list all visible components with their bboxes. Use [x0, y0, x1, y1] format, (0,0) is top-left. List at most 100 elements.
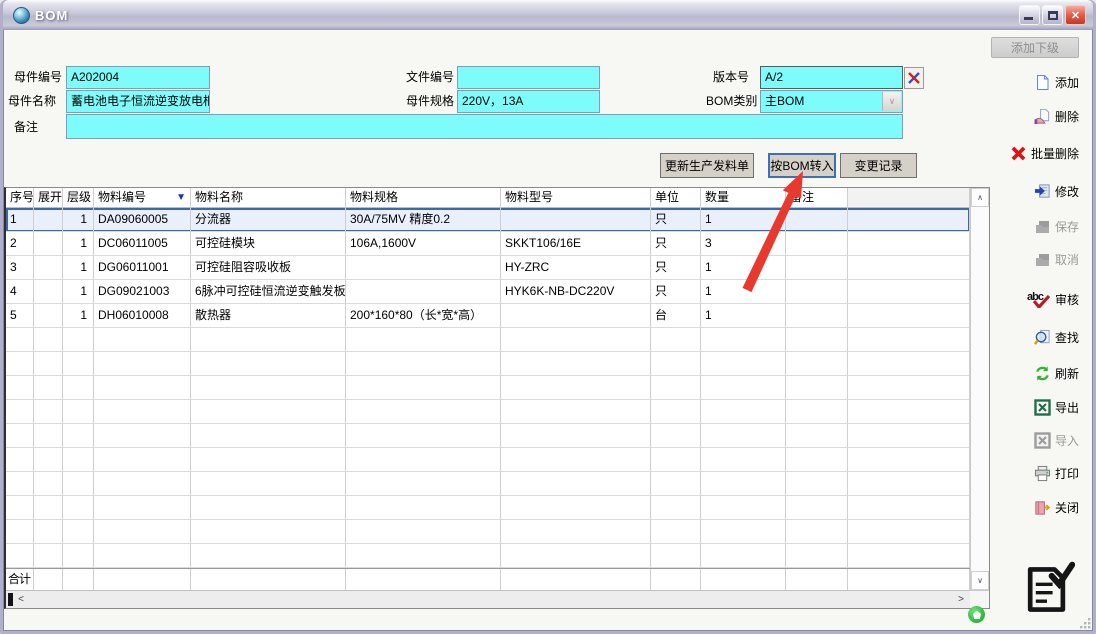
cell-level[interactable]: 1: [63, 256, 94, 280]
cell-empty[interactable]: [848, 472, 970, 496]
cell-extra[interactable]: [848, 304, 970, 328]
cell-empty[interactable]: [848, 352, 970, 376]
horizontal-scrollbar[interactable]: < >: [6, 590, 970, 608]
cell-empty[interactable]: [191, 496, 346, 520]
cell-empty[interactable]: [94, 520, 191, 544]
cell-empty[interactable]: [34, 496, 63, 520]
cell-empty[interactable]: [191, 400, 346, 424]
col-header-model[interactable]: 物料型号: [501, 188, 651, 208]
cell-empty[interactable]: [63, 400, 94, 424]
cell-model[interactable]: [501, 304, 651, 328]
search-button[interactable]: 查找: [1034, 325, 1079, 349]
table-row[interactable]: 2 1 DC06011005 可控硅模块 106A,1600V SKKT106/…: [6, 232, 970, 256]
cell-seq[interactable]: 2: [6, 232, 34, 256]
cell-empty[interactable]: [501, 376, 651, 400]
title-bar[interactable]: BOM ✕: [3, 0, 1093, 30]
cell-empty[interactable]: [786, 328, 848, 352]
cell-empty[interactable]: [848, 400, 970, 424]
cell-empty[interactable]: [786, 400, 848, 424]
add-button[interactable]: 添加: [1034, 70, 1079, 94]
cell-qty[interactable]: 3: [701, 232, 786, 256]
cell-empty[interactable]: [701, 448, 786, 472]
cell-extra[interactable]: [848, 256, 970, 280]
cell-unit[interactable]: 只: [651, 208, 701, 232]
cell-empty[interactable]: [63, 520, 94, 544]
hscroll-thumb[interactable]: [8, 593, 13, 606]
cell-code[interactable]: DA09060005: [94, 208, 191, 232]
import-button[interactable]: 导入: [1034, 428, 1079, 452]
col-header-qty[interactable]: 数量: [701, 188, 786, 208]
cell-empty[interactable]: [6, 400, 34, 424]
cell-empty[interactable]: [346, 400, 501, 424]
col-header-name[interactable]: 物料名称: [191, 188, 346, 208]
cell-empty[interactable]: [94, 400, 191, 424]
cell-empty[interactable]: [94, 472, 191, 496]
table-row[interactable]: 1 1 DA09060005 分流器 30A/75MV 精度0.2 只 1: [6, 208, 970, 232]
cell-model[interactable]: HYK6K-NB-DC220V: [501, 280, 651, 304]
cell-empty[interactable]: [94, 376, 191, 400]
cell-empty[interactable]: [786, 472, 848, 496]
cell-spec[interactable]: [346, 280, 501, 304]
cell-unit[interactable]: 只: [651, 280, 701, 304]
cell-empty[interactable]: [191, 472, 346, 496]
cell-empty[interactable]: [786, 496, 848, 520]
col-header-level[interactable]: 层级: [63, 188, 94, 208]
cell-empty[interactable]: [651, 496, 701, 520]
cell-empty[interactable]: [63, 352, 94, 376]
cell-empty[interactable]: [651, 424, 701, 448]
cell-empty[interactable]: [848, 544, 970, 568]
export-button[interactable]: 导出: [1034, 395, 1079, 419]
cell-name[interactable]: 可控硅模块: [191, 232, 346, 256]
cell-empty[interactable]: [786, 352, 848, 376]
cell-remark[interactable]: [786, 232, 848, 256]
cell-level[interactable]: 1: [63, 208, 94, 232]
parent-name-field[interactable]: 蓄电池电子恒流逆变放电柜: [66, 90, 210, 113]
cell-empty[interactable]: [701, 400, 786, 424]
table-row-empty[interactable]: [6, 448, 970, 472]
minimize-button[interactable]: [1019, 5, 1040, 25]
cell-empty[interactable]: [346, 448, 501, 472]
cell-model[interactable]: HY-ZRC: [501, 256, 651, 280]
scroll-left-button[interactable]: <: [14, 592, 28, 607]
cell-empty[interactable]: [701, 376, 786, 400]
cell-empty[interactable]: [34, 424, 63, 448]
cell-empty[interactable]: [34, 448, 63, 472]
cell-name[interactable]: 散热器: [191, 304, 346, 328]
change-log-button[interactable]: 变更记录: [840, 153, 917, 178]
cell-empty[interactable]: [786, 424, 848, 448]
cell-empty[interactable]: [6, 448, 34, 472]
cell-empty[interactable]: [94, 328, 191, 352]
cell-empty[interactable]: [94, 448, 191, 472]
cell-code[interactable]: DG06011001: [94, 256, 191, 280]
cell-empty[interactable]: [501, 496, 651, 520]
cell-code[interactable]: DC06011005: [94, 232, 191, 256]
cell-empty[interactable]: [501, 520, 651, 544]
remark-field[interactable]: [66, 114, 903, 139]
save-button[interactable]: 保存: [1034, 214, 1079, 238]
cell-empty[interactable]: [501, 544, 651, 568]
cell-empty[interactable]: [848, 376, 970, 400]
cell-empty[interactable]: [191, 448, 346, 472]
version-field[interactable]: A/2: [760, 66, 903, 89]
cell-extra[interactable]: [848, 208, 970, 232]
cell-unit[interactable]: 只: [651, 232, 701, 256]
table-row-empty[interactable]: [6, 520, 970, 544]
cell-empty[interactable]: [6, 472, 34, 496]
table-row-empty[interactable]: [6, 496, 970, 520]
cell-empty[interactable]: [651, 472, 701, 496]
cell-empty[interactable]: [6, 496, 34, 520]
cell-empty[interactable]: [501, 328, 651, 352]
cell-empty[interactable]: [6, 328, 34, 352]
cell-empty[interactable]: [701, 520, 786, 544]
cell-model[interactable]: [501, 208, 651, 232]
cell-empty[interactable]: [34, 376, 63, 400]
cell-empty[interactable]: [346, 472, 501, 496]
cell-empty[interactable]: [34, 472, 63, 496]
cell-empty[interactable]: [63, 376, 94, 400]
cell-empty[interactable]: [346, 328, 501, 352]
cell-empty[interactable]: [346, 520, 501, 544]
col-header-spec[interactable]: 物料规格: [346, 188, 501, 208]
cell-empty[interactable]: [94, 352, 191, 376]
cell-empty[interactable]: [651, 400, 701, 424]
cell-empty[interactable]: [94, 496, 191, 520]
